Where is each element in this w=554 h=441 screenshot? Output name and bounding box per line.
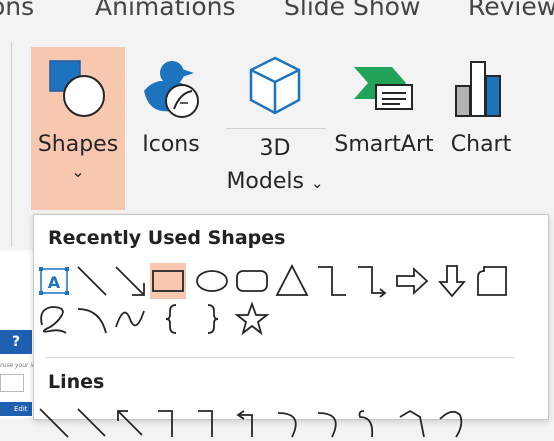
freeform-scribble-shape-icon[interactable] xyxy=(434,405,470,441)
icons-button[interactable]: Icons xyxy=(131,47,211,172)
chevron-down-icon: ⌄ xyxy=(310,174,324,192)
shapes-button[interactable]: Shapes ⌄ xyxy=(31,47,125,210)
arrow-line-shape-icon[interactable] xyxy=(112,263,148,299)
double-arrow-line-shape-icon[interactable] xyxy=(112,405,148,441)
star-shape-icon[interactable] xyxy=(234,301,270,337)
triangle-shape-icon[interactable] xyxy=(274,263,310,299)
shapes-icon xyxy=(48,58,108,126)
rounded-rectangle-shape-icon[interactable] xyxy=(234,263,270,299)
chart-icon xyxy=(454,58,506,124)
slide-canvas-edge: ? ruse your image Edit xyxy=(0,250,49,418)
icons-icon xyxy=(142,57,202,125)
3d-models-button[interactable]: 3D Models ⌄ xyxy=(222,47,328,197)
left-brace-shape-icon[interactable] xyxy=(154,301,190,337)
elbow-arrow-connector-shape-icon[interactable] xyxy=(194,405,230,441)
curved-arrow-connector-shape-icon[interactable] xyxy=(314,405,350,441)
squiggle-shape-icon[interactable] xyxy=(112,301,148,337)
freeform-shape-icon[interactable] xyxy=(394,405,430,441)
3d-models-label-line1: 3D xyxy=(259,136,291,161)
smartart-icon xyxy=(352,63,414,119)
curved-double-arrow-connector-shape-icon[interactable] xyxy=(354,405,390,441)
lines-header: Lines xyxy=(48,371,105,393)
line-shape-icon[interactable] xyxy=(36,405,72,441)
slide-edit-button[interactable]: Edit xyxy=(0,402,32,416)
ribbon-separator xyxy=(11,42,12,247)
elbow-double-arrow-connector-shape-icon[interactable] xyxy=(234,405,270,441)
smartart-button[interactable]: SmartArt xyxy=(334,47,434,172)
3d-models-label-line2: Models ⌄ xyxy=(226,169,324,194)
oval-shape-icon[interactable] xyxy=(194,263,230,299)
rectangle-shape-icon[interactable] xyxy=(150,263,186,299)
shapes-label: Shapes xyxy=(37,132,119,157)
cube-icon xyxy=(247,55,303,123)
curved-connector-shape-icon[interactable] xyxy=(274,405,310,441)
right-brace-shape-icon[interactable] xyxy=(194,301,230,337)
tab-slide-show[interactable]: Slide Show xyxy=(284,0,420,21)
tab-animations[interactable]: Animations xyxy=(95,0,235,21)
curve-shape-icon[interactable] xyxy=(74,301,110,337)
group-separator xyxy=(226,128,326,129)
down-arrow-shape-icon[interactable] xyxy=(434,263,470,299)
slide-input-field[interactable] xyxy=(0,374,24,392)
help-button[interactable]: ? xyxy=(0,330,32,354)
svg-text:A: A xyxy=(48,273,61,292)
chart-label: Chart xyxy=(450,132,512,157)
elbow-connector-shape-icon[interactable] xyxy=(314,263,350,299)
gallery-section-divider xyxy=(46,357,514,358)
elbow-connector-shape-icon[interactable] xyxy=(154,405,190,441)
smartart-label: SmartArt xyxy=(334,132,434,157)
recently-used-shapes-header: Recently Used Shapes xyxy=(48,227,286,249)
tab-review[interactable]: Review xyxy=(468,0,554,21)
shapes-gallery-dropdown: Recently Used Shapes A Lines xyxy=(33,214,549,438)
freeform-scribble-shape-icon[interactable] xyxy=(36,301,72,337)
text-box-shape-icon[interactable]: A xyxy=(36,263,72,299)
chart-button[interactable]: Chart xyxy=(444,47,518,172)
ribbon-tab-strip: ons Animations Slide Show Review xyxy=(0,0,554,26)
arrow-line-shape-icon[interactable] xyxy=(74,405,110,441)
chevron-down-icon: ⌄ xyxy=(71,162,85,181)
tab-transitions[interactable]: ons xyxy=(0,0,34,21)
line-shape-icon[interactable] xyxy=(74,263,110,299)
right-arrow-shape-icon[interactable] xyxy=(394,263,430,299)
flowchart-shape-icon[interactable] xyxy=(474,263,510,299)
icons-label: Icons xyxy=(142,132,200,157)
elbow-arrow-connector-shape-icon[interactable] xyxy=(354,263,390,299)
